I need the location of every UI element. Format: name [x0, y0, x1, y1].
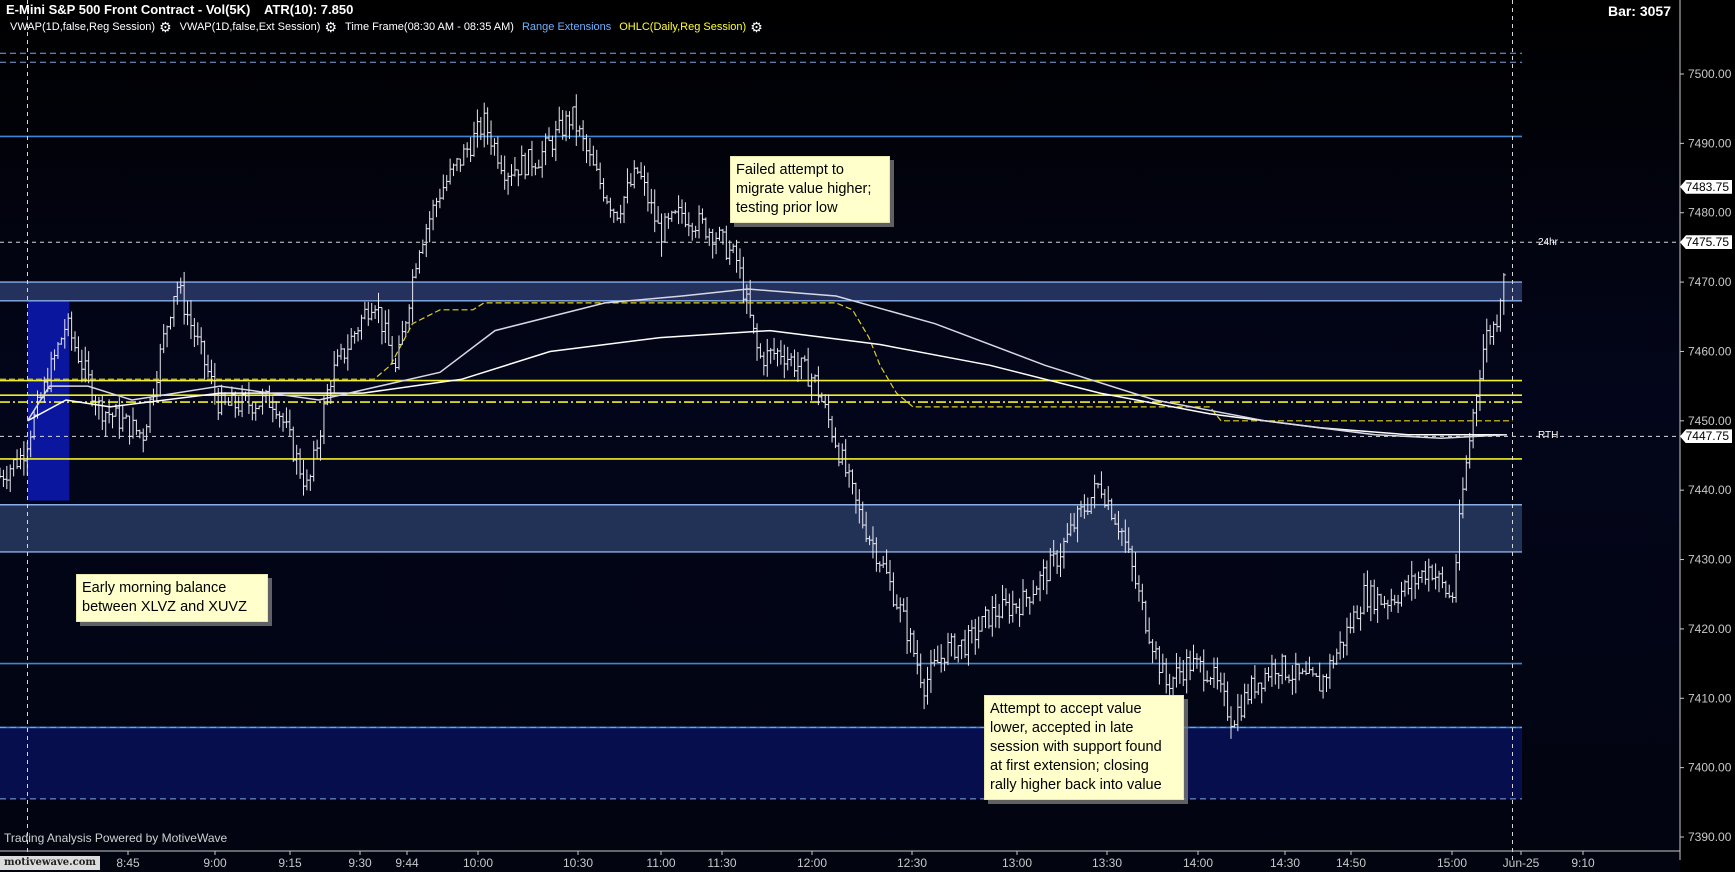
study-vwap-ext[interactable]: VWAP(1D,false,Ext Session) ⚙	[179, 20, 337, 34]
lower-extension-band	[0, 727, 1522, 799]
time-axis-label: 9:44	[395, 856, 419, 870]
annotation-line: rally higher back into value	[990, 777, 1162, 793]
gear-icon[interactable]: ⚙	[159, 20, 172, 34]
gear-icon[interactable]: ⚙	[324, 20, 337, 34]
study-legend: VWAP(1D,false,Reg Session) ⚙ VWAP(1D,fal…	[10, 20, 763, 34]
price-axis-label: 7450.00	[1688, 414, 1732, 428]
annotation-line: migrate value higher;	[736, 181, 872, 197]
study-label: OHLC(Daily,Reg Session)	[619, 21, 747, 33]
chart-title: E-Mini S&P 500 Front Contract - Vol(5K)	[6, 2, 251, 17]
atr-readout: ATR(10): 7.850	[264, 2, 354, 17]
time-axis-label: 13:30	[1092, 856, 1122, 870]
opening-range-box	[27, 300, 70, 501]
time-axis-label: 10:00	[463, 856, 493, 870]
study-time-frame[interactable]: Time Frame(08:30 AM - 08:35 AM)	[345, 21, 514, 33]
lower-value-band	[0, 504, 1522, 552]
study-label: VWAP(1D,false,Ext Session)	[179, 21, 321, 33]
price-axis-label: 7430.00	[1688, 553, 1732, 567]
time-axis-label: 11:30	[707, 856, 736, 870]
motivewave-logo[interactable]: motivewave.com	[0, 856, 100, 870]
time-axis-label: 9:00	[203, 856, 227, 870]
study-label: VWAP(1D,false,Reg Session)	[10, 21, 156, 33]
annotation-failed-attempt[interactable]: Failed attempt to migrate value higher; …	[730, 156, 890, 223]
price-axis-label: 7440.00	[1688, 483, 1732, 497]
price-axis-label: 7410.00	[1688, 691, 1732, 705]
price-axis-label: 7400.00	[1688, 761, 1732, 775]
price-tag: 7475.75	[1680, 235, 1732, 250]
price-tag: 7483.75	[1680, 179, 1732, 194]
time-axis-label: 14:30	[1270, 856, 1300, 870]
time-axis-label: 9:10	[1571, 856, 1595, 870]
time-axis-label: 15:00	[1437, 856, 1467, 870]
study-label: Time Frame(08:30 AM - 08:35 AM)	[345, 21, 514, 33]
annotation-line: Attempt to accept value	[990, 701, 1142, 717]
price-axis-label: 7490.00	[1688, 136, 1732, 150]
price-axis-label: 7420.00	[1688, 622, 1732, 636]
time-axis-label: Jun-25	[1503, 856, 1540, 870]
price-axis-label: 7390.00	[1688, 830, 1732, 844]
annotation-line: between XLVZ and XUVZ	[82, 599, 247, 615]
bar-count: Bar: 3057	[1607, 3, 1671, 19]
annotation-line: session with support found	[990, 739, 1162, 755]
time-axis-label: 12:30	[897, 856, 927, 870]
annotation-line: Early morning balance	[82, 580, 227, 596]
study-vwap-reg[interactable]: VWAP(1D,false,Reg Session) ⚙	[10, 20, 172, 34]
time-axis-label: 14:00	[1183, 856, 1213, 870]
annotation-early-balance[interactable]: Early morning balance between XLVZ and X…	[76, 574, 268, 622]
time-axis-label: 10:30	[563, 856, 593, 870]
annotation-line: at first extension; closing	[990, 758, 1149, 774]
price-axis-label: 7470.00	[1688, 275, 1732, 289]
annotation-accept-lower[interactable]: Attempt to accept value lower, accepted …	[984, 695, 1184, 800]
flag-24hr: 24hr	[1538, 237, 1559, 248]
price-axis-label: 7460.00	[1688, 344, 1732, 358]
annotation-line: testing prior low	[736, 200, 838, 216]
footer-powered-by: Trading Analysis Powered by MotiveWave	[4, 831, 228, 845]
time-axis-label: 13:00	[1002, 856, 1032, 870]
flag-rth: RTH	[1538, 430, 1559, 441]
study-ohlc[interactable]: OHLC(Daily,Reg Session) ⚙	[619, 20, 763, 34]
time-axis-label: 9:30	[348, 856, 372, 870]
annotation-line: Failed attempt to	[736, 162, 844, 178]
study-label: Range Extensions	[521, 21, 612, 33]
upper-value-band	[0, 282, 1522, 301]
annotation-line: lower, accepted in late	[990, 720, 1134, 736]
price-axis-label: 7500.00	[1688, 67, 1732, 81]
gear-icon[interactable]: ⚙	[750, 20, 763, 34]
time-axis-label: 9:15	[278, 856, 302, 870]
time-axis-label: 14:50	[1336, 856, 1366, 870]
price-tag: 7447.75	[1680, 429, 1732, 444]
study-range-extensions[interactable]: Range Extensions	[522, 21, 611, 33]
time-axis-label: 8:45	[116, 856, 140, 870]
time-axis-label: 11:00	[646, 856, 675, 870]
price-chart[interactable]: 7390.00 7400.00 7410.00 7420.00 7430.00 7440.…	[0, 0, 1735, 872]
time-axis-label: 12:00	[797, 856, 827, 870]
price-axis-label: 7480.00	[1688, 206, 1732, 220]
